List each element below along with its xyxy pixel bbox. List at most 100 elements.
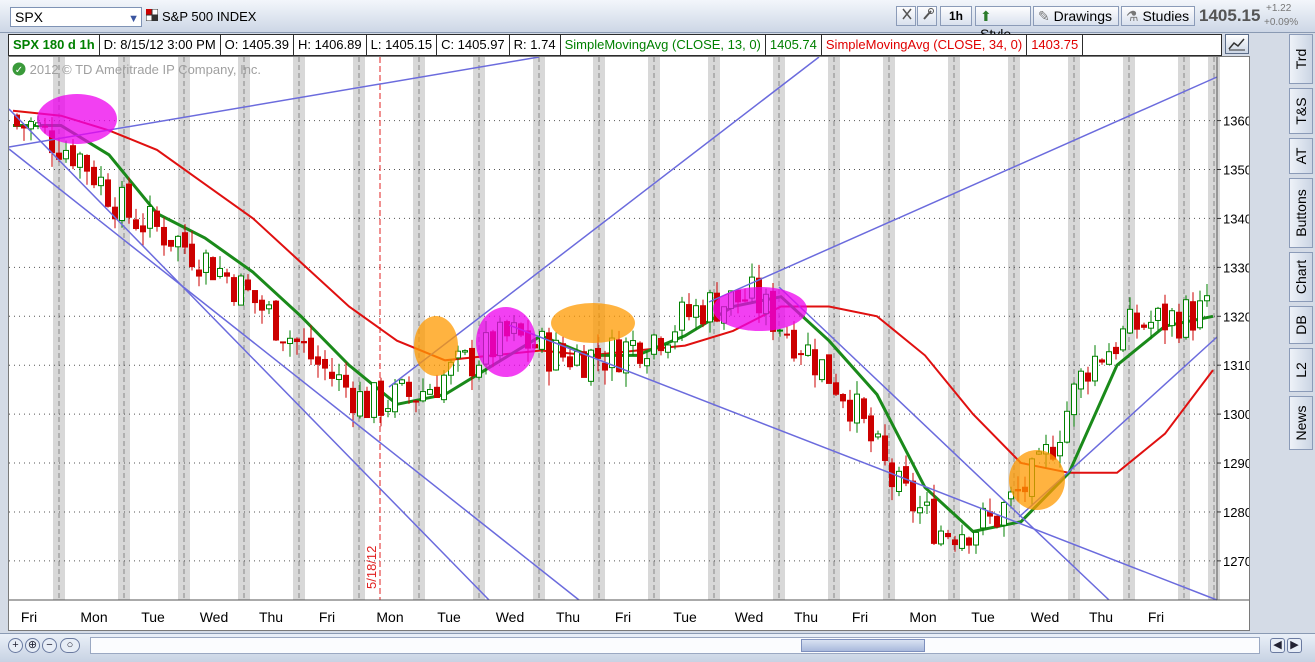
- zoom-reset-button[interactable]: ○: [60, 638, 80, 653]
- symbol-input[interactable]: SPX ▼: [10, 7, 142, 27]
- candle-body: [168, 239, 174, 247]
- studies-label: Studies: [1142, 8, 1190, 24]
- candle-body: [196, 269, 202, 277]
- candle-body: [1141, 324, 1147, 328]
- candle-body: [70, 145, 76, 167]
- candle-body: [301, 341, 307, 344]
- interval-button[interactable]: 1h: [940, 6, 972, 26]
- candle-body: [833, 382, 839, 395]
- candle-body: [413, 400, 419, 403]
- candle-body: [966, 537, 972, 546]
- candle-body: [322, 358, 328, 369]
- side-tab-label: Trd: [1293, 48, 1309, 70]
- candle-body: [238, 275, 244, 306]
- chart-area[interactable]: 1270 1280 1290 1300 1310 1320 1330 1340 1350 1360…: [8, 56, 1250, 631]
- pencil-icon: ✎: [1038, 8, 1050, 24]
- zoom-out-button[interactable]: −: [42, 638, 57, 653]
- horizontal-scrollbar[interactable]: [90, 637, 1260, 654]
- side-tab-chart[interactable]: Chart: [1289, 252, 1313, 302]
- scissors-icon: [902, 8, 912, 20]
- candle-body: [567, 356, 573, 368]
- candle-body: [658, 337, 664, 352]
- candle-body: [280, 341, 286, 344]
- candle-body: [1001, 501, 1007, 526]
- sma34-value: 1403.75: [1027, 35, 1084, 55]
- studies-button[interactable]: ⚗ Studies: [1121, 6, 1195, 26]
- scroll-thumb[interactable]: [801, 639, 925, 652]
- side-tab-news[interactable]: News: [1289, 396, 1313, 450]
- candle-body: [287, 337, 293, 345]
- candle-body: [161, 226, 167, 246]
- zoom-fit-button[interactable]: ⊕: [25, 638, 40, 653]
- candle-body: [154, 210, 160, 227]
- y-tick-label: 1320: [1223, 309, 1249, 324]
- side-tab-db[interactable]: DB: [1289, 306, 1313, 344]
- chart-info-bar: SPX 180 d 1h D: 8/15/12 3:00 PM O: 1405.…: [8, 34, 1222, 56]
- tools-button[interactable]: [917, 6, 937, 26]
- side-tab-trd[interactable]: Trd: [1289, 34, 1313, 84]
- side-tab-l2[interactable]: L2: [1289, 348, 1313, 392]
- chart-settings-button[interactable]: [1225, 34, 1249, 54]
- candle-body: [266, 304, 272, 310]
- x-day-label: Wed: [735, 609, 764, 625]
- candle-body: [231, 277, 237, 303]
- symbol-link-icon[interactable]: [146, 9, 158, 21]
- drawings-button[interactable]: ✎ Drawings: [1033, 6, 1119, 26]
- candle-body: [1057, 441, 1063, 457]
- x-day-label: Wed: [1031, 609, 1060, 625]
- candle-body: [378, 380, 384, 416]
- zoom-in-button[interactable]: +: [8, 638, 23, 653]
- candle-body: [336, 374, 342, 380]
- candle-body: [217, 267, 223, 277]
- chevron-down-icon[interactable]: ▼: [128, 10, 139, 28]
- candle-body: [847, 399, 853, 422]
- crosshair-tool-button[interactable]: [896, 6, 916, 26]
- candle-body: [700, 305, 706, 325]
- side-tab-buttons[interactable]: Buttons: [1289, 178, 1313, 248]
- candle-body: [686, 304, 692, 318]
- style-button[interactable]: ⬆ Style: [975, 6, 1031, 42]
- side-tab-at[interactable]: AT: [1289, 138, 1313, 174]
- candle-body: [434, 386, 440, 398]
- candle-body: [812, 349, 818, 376]
- scroll-right-button[interactable]: ▶: [1287, 638, 1302, 653]
- candle-body: [1134, 312, 1140, 330]
- sma34-label[interactable]: SimpleMovingAvg (CLOSE, 34, 0): [822, 35, 1028, 55]
- candle-body: [630, 340, 636, 346]
- candle-body: [245, 279, 251, 291]
- bar-open: O: 1405.39: [221, 35, 294, 55]
- candle-body: [777, 329, 783, 332]
- x-day-label: Fri: [852, 609, 868, 625]
- x-day-label: Thu: [259, 609, 283, 625]
- candle-body: [693, 305, 699, 318]
- candle-body: [959, 534, 965, 549]
- studies-icon: ⚗: [1126, 8, 1139, 24]
- y-tick-label: 1330: [1223, 260, 1249, 275]
- x-day-label: Mon: [909, 609, 936, 625]
- price-chart[interactable]: 1270 1280 1290 1300 1310 1320 1330 1340 1350 1360…: [9, 57, 1249, 630]
- side-tab-bar: Trd T&S AT Buttons Chart DB L2 News: [1289, 34, 1313, 628]
- sma13-label[interactable]: SimpleMovingAvg (CLOSE, 13, 0): [561, 35, 766, 55]
- candle-body: [917, 507, 923, 514]
- candle-body: [189, 243, 195, 268]
- side-tab-ts[interactable]: T&S: [1289, 88, 1313, 134]
- side-tab-label: L2: [1293, 362, 1309, 378]
- candle-body: [546, 332, 552, 372]
- symbol-period[interactable]: SPX 180 d 1h: [9, 35, 100, 55]
- x-day-label: Mon: [376, 609, 403, 625]
- last-price: 1405.15: [1199, 6, 1261, 25]
- candle-body: [826, 354, 832, 384]
- candle-body: [1127, 308, 1133, 334]
- scroll-left-button[interactable]: ◀: [1270, 638, 1285, 653]
- x-day-label: Tue: [437, 609, 461, 625]
- side-tab-label: Buttons: [1293, 189, 1309, 237]
- candle-body: [315, 356, 321, 365]
- candle-body: [182, 232, 188, 248]
- candle-body: [868, 415, 874, 442]
- copyright-text: 2012 © TD Ameritrade IP Company, Inc.: [29, 62, 262, 77]
- candle-body: [385, 408, 391, 412]
- candle-body: [420, 391, 426, 402]
- candle-body: [1113, 346, 1119, 355]
- candle-body: [98, 176, 104, 187]
- candle-body: [1155, 307, 1161, 321]
